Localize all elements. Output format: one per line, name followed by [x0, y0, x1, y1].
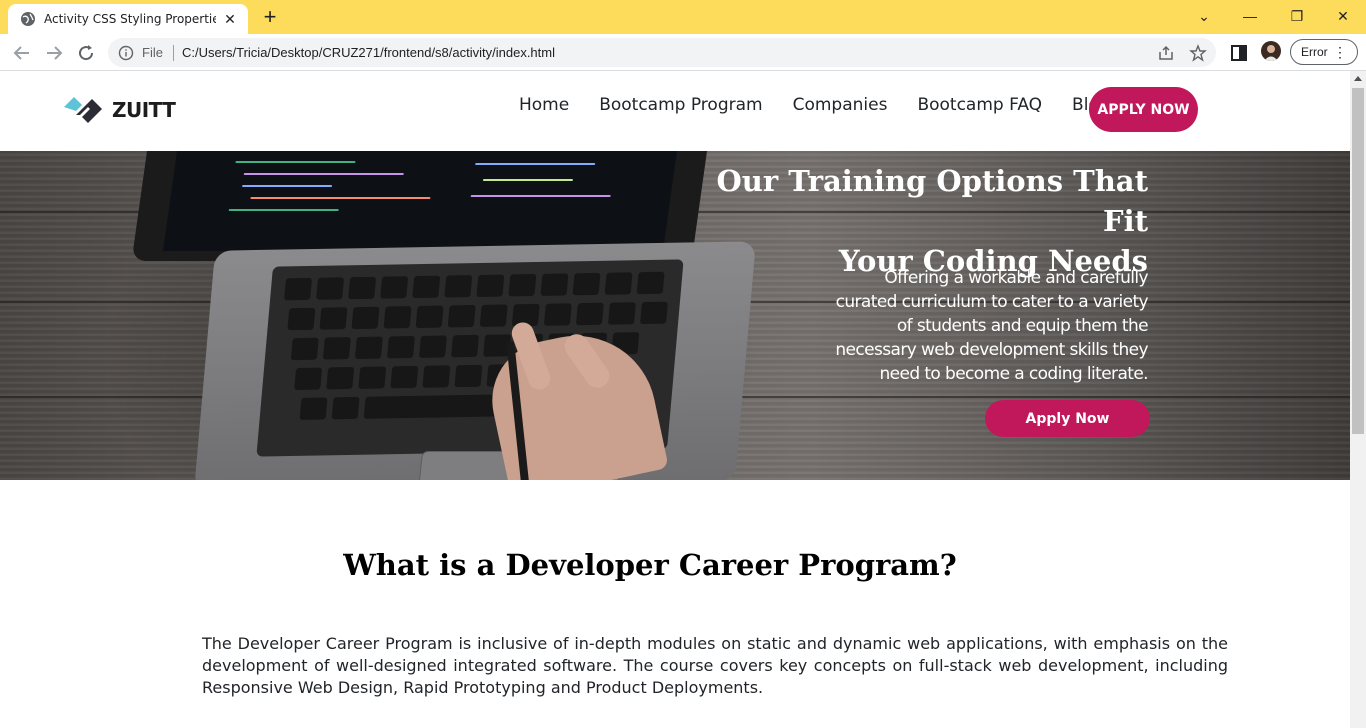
forward-icon[interactable] [41, 40, 67, 66]
site-navbar: ZUITT Home Bootcamp Program Companies Bo… [0, 71, 1350, 151]
tab-title: Activity CSS Styling Properties and Posi… [44, 12, 216, 26]
scroll-up-icon[interactable] [1354, 76, 1362, 81]
hero-banner: Our Training Options That Fit Your Codin… [0, 151, 1350, 480]
address-bar[interactable]: File C:/Users/Tricia/Desktop/CRUZ271/fro… [108, 38, 1216, 67]
new-tab-icon[interactable]: + [258, 6, 282, 30]
section-description: The Developer Career Program is inclusiv… [202, 634, 1228, 697]
url-scheme-label: File [142, 45, 163, 60]
tab-search-icon[interactable]: ⌄ [1190, 4, 1218, 28]
close-tab-icon[interactable]: ✕ [222, 11, 238, 27]
hero-title: Our Training Options That Fit Your Codin… [700, 161, 1149, 281]
logo-text: ZUITT [112, 98, 176, 122]
bookmark-star-icon[interactable] [1189, 44, 1207, 62]
nav-companies[interactable]: Companies [778, 93, 903, 117]
close-window-icon[interactable]: ✕ [1329, 4, 1357, 28]
site-logo[interactable]: ZUITT [62, 93, 176, 127]
globe-icon [21, 12, 35, 26]
url-separator [172, 44, 174, 61]
share-icon[interactable] [1157, 44, 1175, 62]
nav-home[interactable]: Home [504, 93, 584, 117]
hero-description: Offering a workable and carefully curate… [835, 268, 1148, 384]
laptop-screen [162, 151, 678, 251]
browser-titlebar: Activity CSS Styling Properties and Posi… [0, 0, 1366, 34]
side-panel-icon[interactable] [1229, 43, 1249, 63]
url-text[interactable]: C:/Users/Tricia/Desktop/CRUZ271/frontend… [182, 45, 555, 60]
hero-title-line-1: Our Training Options That Fit [716, 164, 1149, 238]
info-icon[interactable] [118, 45, 134, 61]
page-viewport: ZUITT Home Bootcamp Program Companies Bo… [0, 71, 1350, 728]
apply-now-nav-button[interactable]: APPLY NOW [1089, 87, 1198, 132]
menu-kebab-icon[interactable]: ⋮ [1333, 43, 1347, 61]
browser-tab[interactable]: Activity CSS Styling Properties and Posi… [8, 4, 248, 34]
scrollbar-thumb[interactable] [1352, 88, 1364, 434]
restore-icon[interactable]: ❐ [1283, 4, 1311, 28]
error-button[interactable]: Error ⋮ [1290, 39, 1358, 65]
minimize-icon[interactable]: — [1236, 4, 1264, 28]
section-title: What is a Developer Career Program? [343, 548, 957, 582]
reload-icon[interactable] [73, 40, 99, 66]
profile-avatar[interactable] [1261, 41, 1281, 61]
zuitt-logo-icon [64, 97, 102, 123]
browser-toolbar: File C:/Users/Tricia/Desktop/CRUZ271/fro… [0, 34, 1366, 71]
error-label: Error [1301, 45, 1328, 59]
apply-now-hero-button[interactable]: Apply Now [985, 400, 1150, 437]
nav-bootcamp-faq[interactable]: Bootcamp FAQ [902, 93, 1057, 117]
main-nav: Home Bootcamp Program Companies Bootcamp… [504, 93, 1125, 117]
page-scrollbar[interactable] [1350, 71, 1366, 728]
back-icon[interactable] [9, 40, 35, 66]
nav-bootcamp-program[interactable]: Bootcamp Program [584, 93, 777, 117]
